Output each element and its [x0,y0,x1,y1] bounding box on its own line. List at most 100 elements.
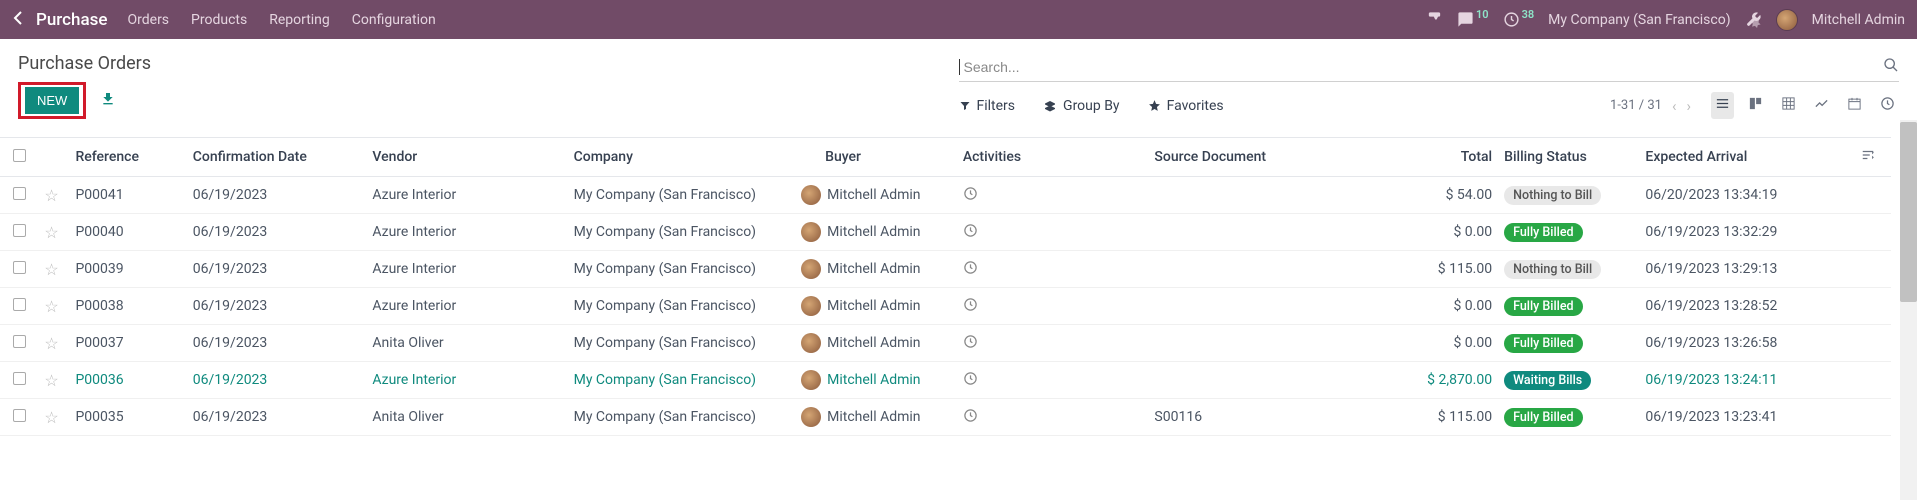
star-icon[interactable]: ☆ [44,297,58,316]
select-all-checkbox[interactable] [13,149,26,162]
row-checkbox[interactable] [13,298,26,311]
debug-icon[interactable] [1745,11,1762,28]
cell-arrival: 06/19/2023 13:29:13 [1639,251,1855,288]
col-arrival[interactable]: Expected Arrival [1639,138,1855,177]
col-confirmation[interactable]: Confirmation Date [187,138,367,177]
cell-source [1148,288,1383,325]
cell-total: $ 2,870.00 [1383,362,1498,399]
col-vendor[interactable]: Vendor [366,138,567,177]
cell-date: 06/19/2023 [187,399,367,436]
col-total[interactable]: Total [1383,138,1498,177]
col-reference[interactable]: Reference [69,138,186,177]
export-icon[interactable] [100,91,116,111]
menu-products[interactable]: Products [191,12,247,28]
star-icon[interactable]: ☆ [44,260,58,279]
cell-source: S00116 [1148,399,1383,436]
star-icon[interactable]: ☆ [44,408,58,427]
col-buyer[interactable]: Buyer [795,138,957,177]
list-view-icon[interactable] [1711,92,1734,119]
search-caret [959,59,960,75]
back-icon[interactable] [12,9,24,30]
cell-date: 06/19/2023 [187,288,367,325]
calendar-view-icon[interactable] [1843,92,1866,119]
star-icon[interactable]: ☆ [44,223,58,242]
row-checkbox[interactable] [13,409,26,422]
new-button[interactable]: NEW [25,87,79,114]
row-checkbox[interactable] [13,187,26,200]
discuss-icon[interactable]: 10 [1457,11,1489,28]
cell-total: $ 115.00 [1383,251,1498,288]
cell-arrival: 06/20/2023 13:34:19 [1639,177,1855,214]
cell-total: $ 0.00 [1383,325,1498,362]
row-checkbox[interactable] [13,261,26,274]
cell-company: My Company (San Francisco) [568,399,796,436]
scrollbar[interactable] [1900,120,1917,500]
star-icon[interactable]: ☆ [44,334,58,353]
cell-reference: P00037 [69,325,186,362]
cell-company: My Company (San Francisco) [568,288,796,325]
cell-source [1148,325,1383,362]
billing-badge: Nothing to Bill [1504,186,1601,205]
col-billing[interactable]: Billing Status [1498,138,1639,177]
menu-orders[interactable]: Orders [128,12,170,28]
row-checkbox[interactable] [13,372,26,385]
kanban-view-icon[interactable] [1744,92,1767,119]
row-checkbox[interactable] [13,224,26,237]
app-brand[interactable]: Purchase [36,10,108,30]
cell-date: 06/19/2023 [187,214,367,251]
search-icon[interactable] [1883,57,1899,77]
star-icon[interactable]: ☆ [44,186,58,205]
cell-vendor: Azure Interior [366,214,567,251]
pager-text[interactable]: 1-31 / 31 [1610,98,1662,113]
cell-date: 06/19/2023 [187,177,367,214]
clock-icon[interactable] [963,298,978,316]
table-row[interactable]: ☆ P00038 06/19/2023 Azure Interior My Co… [0,288,1891,325]
clock-icon[interactable] [963,335,978,353]
table-row[interactable]: ☆ P00037 06/19/2023 Anita Oliver My Comp… [0,325,1891,362]
col-company[interactable]: Company [568,138,796,177]
col-source[interactable]: Source Document [1148,138,1383,177]
cell-vendor: Anita Oliver [366,399,567,436]
options-icon[interactable] [1861,150,1875,166]
scrollbar-thumb[interactable] [1900,122,1917,302]
search-input[interactable] [962,55,1884,79]
row-checkbox[interactable] [13,335,26,348]
clock-icon[interactable] [963,409,978,427]
filters-button[interactable]: Filters [959,98,1016,114]
user-name[interactable]: Mitchell Admin [1812,12,1905,28]
cell-source [1148,251,1383,288]
groupby-label: Group By [1063,98,1120,114]
clock-icon[interactable] [963,224,978,242]
clock-icon[interactable] [963,372,978,390]
table-row[interactable]: ☆ P00039 06/19/2023 Azure Interior My Co… [0,251,1891,288]
pager-next-icon[interactable]: › [1686,97,1691,115]
groupby-button[interactable]: Group By [1043,98,1120,114]
col-activities[interactable]: Activities [957,138,1149,177]
activity-view-icon[interactable] [1876,92,1899,119]
graph-view-icon[interactable] [1810,92,1833,119]
table-row[interactable]: ☆ P00041 06/19/2023 Azure Interior My Co… [0,177,1891,214]
phone-icon[interactable] [1426,11,1443,28]
buyer-avatar [801,370,821,390]
user-avatar[interactable] [1776,9,1798,31]
table-row[interactable]: ☆ P00040 06/19/2023 Azure Interior My Co… [0,214,1891,251]
company-name[interactable]: My Company (San Francisco) [1548,12,1730,28]
billing-badge: Fully Billed [1504,223,1583,242]
activity-icon[interactable]: 38 [1503,11,1535,28]
table-row[interactable]: ☆ P00036 06/19/2023 Azure Interior My Co… [0,362,1891,399]
table-row[interactable]: ☆ P00035 06/19/2023 Anita Oliver My Comp… [0,399,1891,436]
cell-arrival: 06/19/2023 13:26:58 [1639,325,1855,362]
menu-configuration[interactable]: Configuration [352,12,436,28]
cell-buyer: Mitchell Admin [827,224,920,240]
menu-reporting[interactable]: Reporting [269,12,330,28]
cell-buyer: Mitchell Admin [827,372,920,388]
cell-company: My Company (San Francisco) [568,177,796,214]
pager-prev-icon[interactable]: ‹ [1672,97,1677,115]
search-bar [959,53,1900,82]
favorites-button[interactable]: Favorites [1148,98,1224,114]
clock-icon[interactable] [963,187,978,205]
cell-company: My Company (San Francisco) [568,362,796,399]
clock-icon[interactable] [963,261,978,279]
pivot-view-icon[interactable] [1777,92,1800,119]
star-icon[interactable]: ☆ [44,371,58,390]
